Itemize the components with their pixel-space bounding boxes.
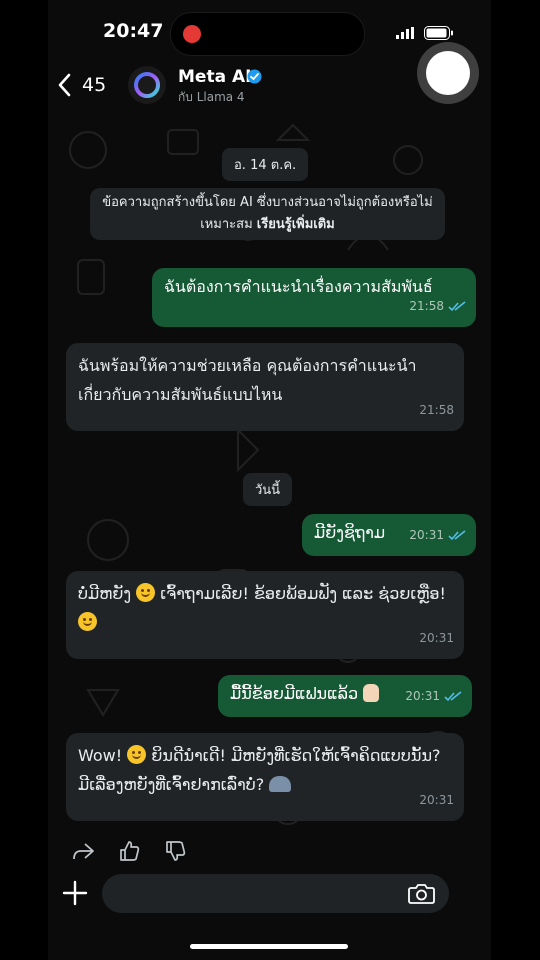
cellular-signal-icon (396, 27, 414, 39)
thumbs-up-button[interactable] (112, 836, 146, 866)
forward-icon (73, 843, 94, 860)
thumbs-up-icon (120, 841, 140, 861)
plus-icon[interactable] (62, 880, 88, 906)
recording-indicator-icon (183, 25, 201, 43)
message-incoming[interactable]: ฉันพร้อมให้ความช่วยเหลือ คุณต้องการคำแนะ… (66, 343, 464, 431)
thumbs-down-icon (166, 841, 186, 861)
message-time: 21:58 (409, 299, 444, 313)
dynamic-island (170, 12, 365, 56)
contact-subtitle: กับ Llama 4 (178, 90, 245, 104)
meta-ai-avatar[interactable] (128, 66, 166, 104)
message-outgoing[interactable]: ມີຍັງຊິຖາມ 20:31 (302, 514, 476, 556)
battery-icon (424, 26, 453, 40)
message-time: 20:31 (419, 793, 454, 807)
message-actions (66, 836, 192, 866)
smiling-face-emoji-icon (78, 612, 97, 631)
screen-record-button[interactable] (417, 42, 479, 104)
message-text: ฉันต้องการคำแนะนำเรื่องความสัมพันธ์ (164, 277, 433, 296)
back-button[interactable]: 45 (58, 70, 118, 102)
smiling-face-emoji-icon (136, 583, 156, 602)
message-time: 20:31 (409, 528, 444, 542)
phone-screen: 20:47 45 Meta AI กับ Llama 4 อ. 14 ต.ค. … (48, 0, 491, 960)
message-input[interactable] (102, 874, 449, 913)
forward-button[interactable] (66, 836, 100, 866)
people-silhouette-emoji-icon (269, 776, 292, 792)
message-incoming[interactable]: ບໍ່ມີຫຍັງ ເຈົ້າຖາມເລີຍ! ຂ້ອຍພ້ອມຟັງ ແລະ … (66, 571, 464, 659)
message-text: ฉันพร้อมให้ความช่วยเหลือ คุณต้องการคำแนะ… (78, 356, 417, 404)
read-ticks-icon (448, 301, 466, 312)
message-text: ມີຍັງຊິຖາມ (314, 523, 386, 542)
meta-ai-ring-icon (134, 72, 160, 98)
home-indicator[interactable] (190, 944, 348, 949)
message-outgoing[interactable]: ฉันต้องการคำแนะนำเรื่องความสัมพันธ์ 21:5… (152, 268, 476, 327)
camera-icon[interactable] (408, 882, 435, 905)
date-chip: อ. 14 ต.ค. (222, 148, 309, 181)
message-outgoing[interactable]: ມື້ນີ້ຂ້ອຍມີແຟນແລ້ວ 20:31 (218, 675, 472, 717)
crossed-fingers-emoji-icon (363, 684, 380, 702)
ai-notice: ข้อความถูกสร้างขึ้นโดย AI ซึ่งบางส่วนอาจ… (90, 188, 445, 240)
read-ticks-icon (444, 691, 462, 702)
thumbs-down-button[interactable] (158, 836, 192, 866)
smiling-face-emoji-icon (127, 745, 147, 764)
contact-name[interactable]: Meta AI (178, 67, 251, 87)
message-time: 20:31 (419, 631, 454, 645)
message-text: ເຈົ້າຖາມເລີຍ! ຂ້ອຍພ້ອມຟັງ ແລະ ຊ່ວຍເຫຼືອ! (160, 584, 446, 603)
message-time: 20:31 (405, 689, 440, 703)
message-text: ບໍ່ມີຫຍັງ (78, 584, 132, 603)
read-ticks-icon (448, 530, 466, 541)
date-chip: วันนี้ (243, 473, 293, 506)
status-time: 20:47 (103, 20, 164, 42)
message-incoming[interactable]: Wow! ຍິນດີນຳເດີ! ມີຫຍັງທີ່ເຮັດໃຫ້ເຈົ້າຄິ… (66, 733, 464, 821)
message-time: 21:58 (419, 403, 454, 417)
verified-badge-icon (247, 69, 262, 84)
message-text: Wow! (78, 746, 123, 765)
unread-count: 45 (82, 74, 107, 96)
back-chevron-icon (58, 73, 71, 97)
message-text: ມື້ນີ້ຂ້ອຍມີແຟນແລ້ວ (230, 684, 359, 703)
learn-more-link[interactable]: เรียนรู้เพิ่มเติม (257, 217, 335, 232)
